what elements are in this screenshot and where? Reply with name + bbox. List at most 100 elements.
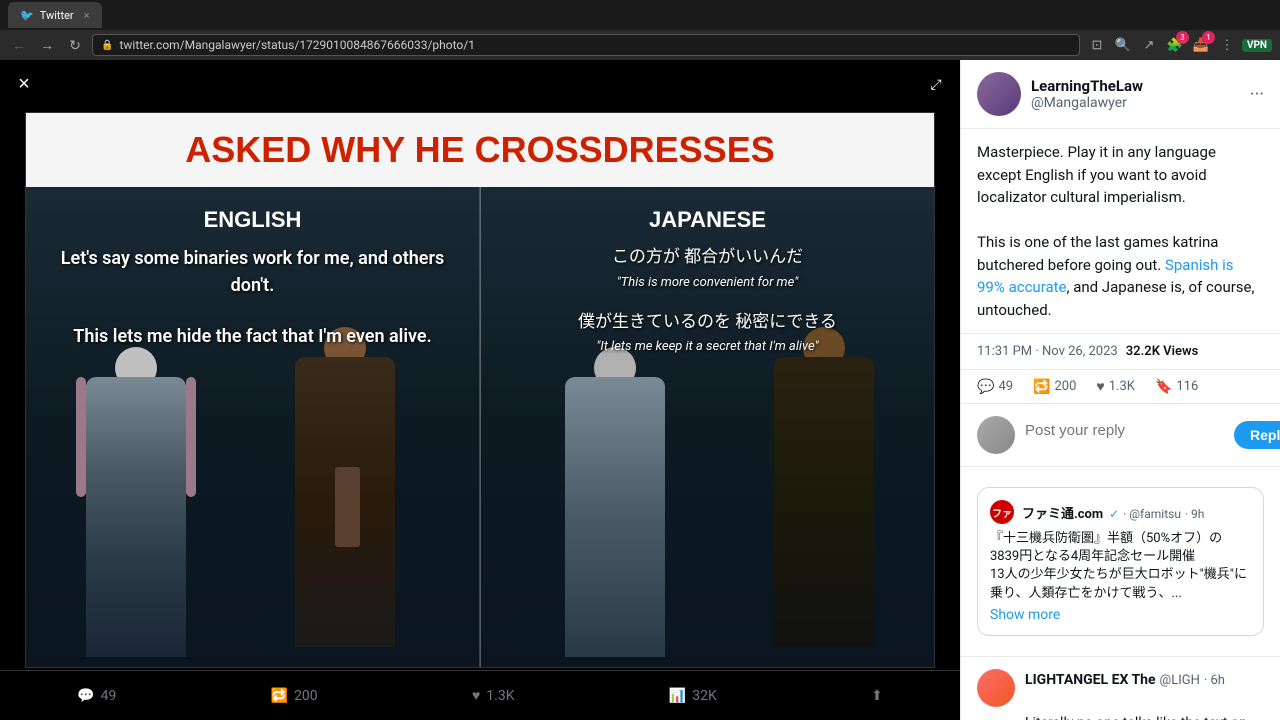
heart-icon: ♥: [472, 687, 480, 704]
extensions-icon[interactable]: 🧩3: [1164, 34, 1186, 56]
like-count: 1.3K: [1109, 379, 1135, 394]
close-button[interactable]: ×: [8, 68, 40, 100]
tweet-image: ASKED WHY HE CROSSDRESSES: [25, 112, 935, 668]
embedded-text-2: 13人の少年少女たちが巨大ロボット"機兵"に乗り、人類存亡をかけて戦う、...: [990, 566, 1251, 602]
comment-icon: 💬: [77, 688, 94, 704]
retweet-action-btn[interactable]: 🔁 200: [1033, 379, 1076, 395]
reply-box: Reply: [961, 404, 1280, 467]
like-action[interactable]: ♥ 1.3K: [472, 687, 515, 704]
screen-icon[interactable]: ⊡: [1086, 34, 1108, 56]
comment-1-handle-text: @LIGH: [1160, 673, 1200, 688]
japanese-text-2: 僕が生きているのを 秘密にできる: [501, 310, 914, 336]
comment-1: LIGHTANGEL EX The @LIGH · 6h Literally n…: [961, 657, 1280, 720]
image-left: ENGLISH Let's say some binaries work for…: [26, 187, 480, 667]
english-text-2: This lets me hide the fact that I'm even…: [46, 323, 459, 350]
browser-tabs: 🐦 Twitter ×: [0, 0, 1280, 30]
downloads-icon[interactable]: 📥1: [1190, 34, 1212, 56]
retweet-action[interactable]: 🔁 200: [271, 688, 318, 704]
search-icon[interactable]: 🔍: [1112, 34, 1134, 56]
browser-toolbar: ← → ↻ 🔒 twitter.com/Mangalawyer/status/1…: [0, 30, 1280, 60]
header-text: ASKED WHY HE CROSSDRESSES: [42, 129, 918, 171]
reply-avatar: [977, 416, 1015, 454]
image-body: ENGLISH Let's say some binaries work for…: [26, 187, 934, 667]
tab-title: Twitter: [40, 9, 74, 22]
comment-1-avatar: [977, 669, 1015, 707]
views-count: 32K: [692, 688, 717, 704]
comment-action[interactable]: 💬 49: [77, 688, 116, 704]
comment-1-time-text: 6h: [1210, 673, 1224, 688]
more-button[interactable]: ···: [1250, 84, 1264, 105]
retweet-icon: 🔁: [271, 688, 288, 704]
japanese-trans-1: "This is more convenient for me": [501, 275, 914, 290]
embedded-name: ファミ通.com: [1022, 507, 1103, 522]
embedded-handle-text: @famitsu: [1129, 507, 1181, 521]
tweet-text-pre: Masterpiece. Play it in any language exc…: [977, 143, 1216, 206]
japanese-text-1: この方が 都合がいいんだ: [501, 245, 914, 271]
embedded-tweet-card: ファ ファミ通.com ✓ · @famitsu · 9h 『十三機兵防衛圏』半…: [961, 467, 1280, 657]
embedded-user: ファミ通.com ✓ · @famitsu · 9h: [1022, 503, 1204, 522]
tab-close[interactable]: ×: [84, 9, 90, 22]
like-count: 1.3K: [486, 688, 514, 704]
retweet-count: 200: [294, 688, 318, 704]
heart-icon: ♥: [1096, 378, 1104, 395]
share-action[interactable]: ⬆: [871, 688, 883, 704]
embedded-time-text: 9h: [1191, 507, 1204, 521]
embedded-avatar: ファ: [990, 500, 1014, 524]
views-action[interactable]: 📊 32K: [669, 688, 717, 704]
comment-1-name: LIGHTANGEL EX The: [1025, 672, 1156, 688]
tweet-views: 32.2K Views: [1126, 344, 1199, 359]
reply-input[interactable]: [1025, 416, 1224, 439]
menu-icon[interactable]: ⋮: [1216, 34, 1238, 56]
user-info: LearningTheLaw @Mangalawyer: [1031, 77, 1240, 111]
retweet-icon: 🔁: [1033, 379, 1050, 395]
embedded-header: ファ ファミ通.com ✓ · @famitsu · 9h: [990, 500, 1251, 524]
user-avatar: [977, 72, 1021, 116]
tweet-stats: 11:31 PM · Nov 26, 2023 32.2K Views: [961, 334, 1280, 370]
english-label: ENGLISH: [46, 207, 459, 233]
tweet-text: Masterpiece. Play it in any language exc…: [961, 129, 1280, 334]
expand-button[interactable]: ⤢: [920, 68, 952, 100]
comment-1-user: LIGHTANGEL EX The @LIGH · 6h: [1025, 669, 1264, 688]
comment-action-btn[interactable]: 💬 49: [977, 379, 1013, 395]
embedded-text-1: 『十三機兵防衛圏』半額（50%オフ）の3839円となる4周年記念セール開催: [990, 530, 1251, 566]
tweet-sidebar: LearningTheLaw @Mangalawyer ··· Masterpi…: [960, 60, 1280, 720]
address-bar[interactable]: 🔒 twitter.com/Mangalawyer/status/1729010…: [92, 34, 1080, 56]
views-icon: 📊: [669, 688, 686, 704]
browser-chrome: 🐦 Twitter × ← → ↻ 🔒 twitter.com/Mangalaw…: [0, 0, 1280, 60]
bookmark-count: 116: [1176, 379, 1198, 394]
forward-button[interactable]: →: [36, 34, 58, 56]
toolbar-icons: ⊡ 🔍 ↗ 🧩3 📥1 ⋮ VPN: [1086, 34, 1272, 56]
tweet-actions: 💬 49 🔁 200 ♥ 1.3K 🔖 116: [961, 370, 1280, 404]
sidebar-header: LearningTheLaw @Mangalawyer ···: [961, 60, 1280, 129]
vpn-badge[interactable]: VPN: [1242, 39, 1272, 52]
comment-1-text: Literally no one talks like the text on …: [977, 713, 1264, 720]
bottom-bar: 💬 49 🔁 200 ♥ 1.3K 📊 32K ⬆: [0, 670, 960, 720]
reply-button[interactable]: Reply: [1234, 421, 1280, 449]
comment-count: 49: [101, 688, 117, 704]
japanese-label: JAPANESE: [501, 207, 914, 233]
show-more-link[interactable]: Show more: [990, 607, 1060, 623]
main-content: × ⤢ ASKED WHY HE CROSSDRESSES: [0, 60, 1280, 720]
image-right: JAPANESE この方が 都合がいいんだ "This is more conv…: [481, 187, 934, 667]
username: @Mangalawyer: [1031, 95, 1240, 111]
english-text-1: Let's say some binaries work for me, and…: [46, 245, 459, 299]
comment-icon: 💬: [977, 379, 994, 395]
bookmark-action-btn[interactable]: 🔖 116: [1155, 379, 1198, 395]
image-header: ASKED WHY HE CROSSDRESSES: [26, 113, 934, 187]
verified-icon: ✓: [1109, 507, 1119, 521]
embedded-avatar-text: ファ: [992, 505, 1012, 520]
photo-overlay: × ⤢ ASKED WHY HE CROSSDRESSES: [0, 60, 960, 720]
active-tab[interactable]: 🐦 Twitter ×: [8, 2, 102, 28]
display-name: LearningTheLaw: [1031, 77, 1240, 95]
share-icon[interactable]: ↗: [1138, 34, 1160, 56]
comment-count: 49: [998, 379, 1013, 394]
share-icon: ⬆: [871, 688, 883, 704]
tweet-timestamp: 11:31 PM · Nov 26, 2023: [977, 344, 1118, 359]
back-button[interactable]: ←: [8, 34, 30, 56]
japanese-trans-2: "It lets me keep it a secret that I'm al…: [501, 339, 914, 354]
reload-button[interactable]: ↻: [64, 34, 86, 56]
comment-1-header: LIGHTANGEL EX The @LIGH · 6h: [977, 669, 1264, 707]
like-action-btn[interactable]: ♥ 1.3K: [1096, 378, 1135, 395]
lock-icon: 🔒: [101, 40, 113, 51]
retweet-count: 200: [1055, 379, 1077, 394]
